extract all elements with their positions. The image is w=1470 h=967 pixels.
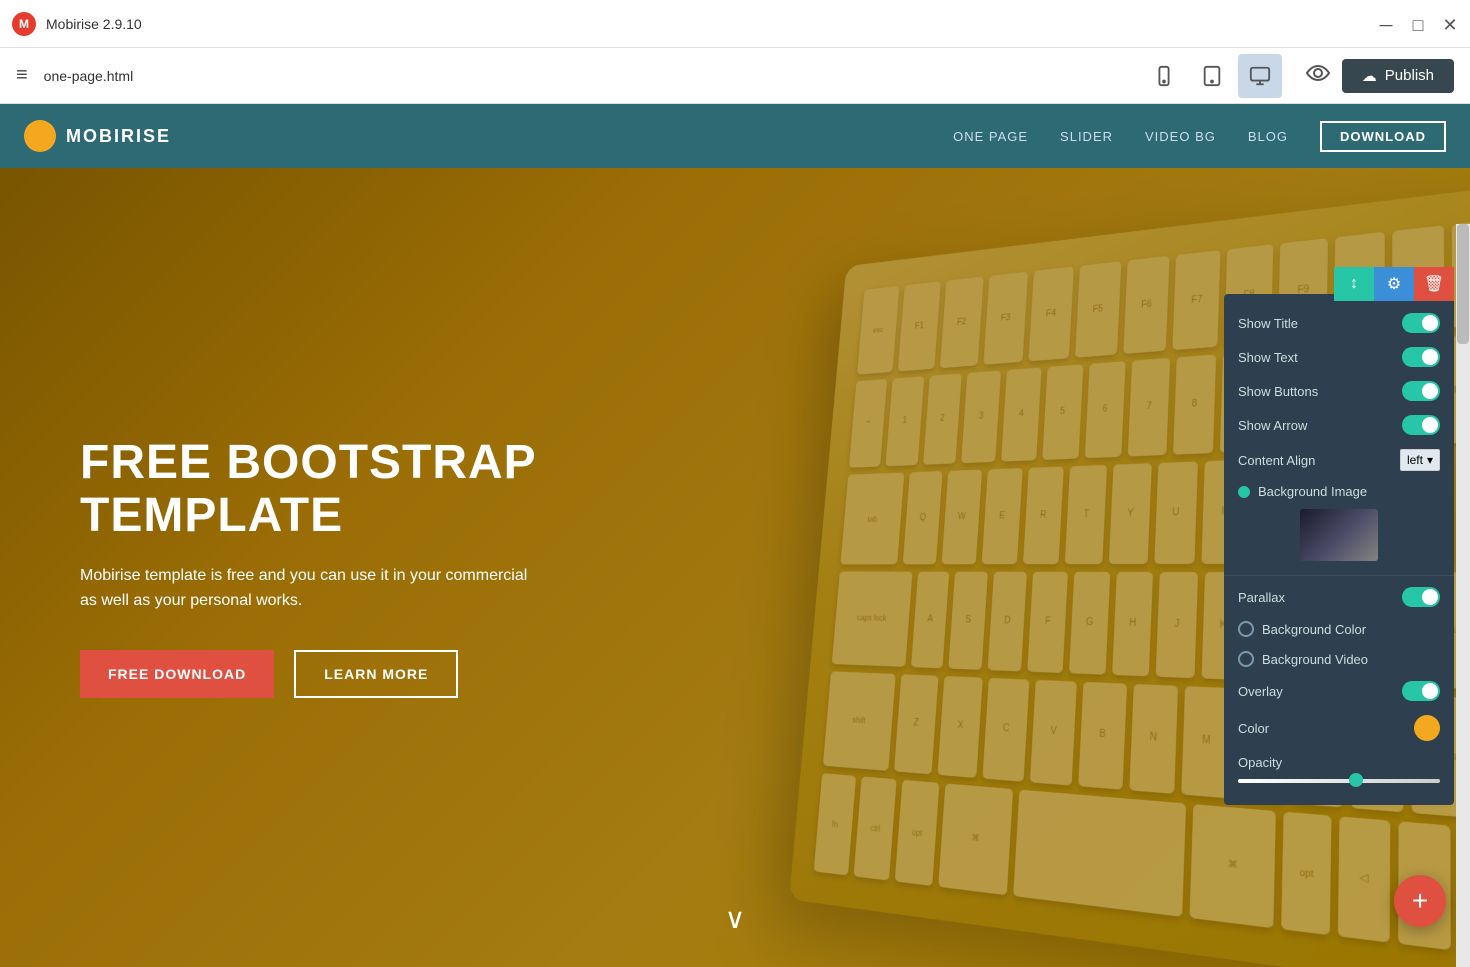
free-download-button[interactable]: FREE DOWNLOAD — [80, 650, 274, 698]
window-controls: ─ □ ✕ — [1378, 16, 1458, 32]
parallax-label: Parallax — [1238, 590, 1394, 605]
move-icon: ↕ — [1350, 275, 1358, 293]
show-arrow-toggle[interactable] — [1402, 415, 1440, 435]
bg-image-label: Background Image — [1258, 484, 1440, 499]
site-logo: MOBIRISE — [24, 120, 171, 152]
show-buttons-label: Show Buttons — [1238, 384, 1394, 399]
hero-title: FREE BOOTSTRAP TEMPLATE — [80, 437, 540, 543]
parallax-toggle[interactable] — [1402, 587, 1440, 607]
section-delete-button[interactable]: 🗑 — [1414, 267, 1454, 301]
tablet-view-button[interactable] — [1190, 54, 1234, 98]
hero-buttons: FREE DOWNLOAD LEARN MORE — [80, 650, 540, 698]
nav-links: ONE PAGE SLIDER VIDEO BG BLOG DOWNLOAD — [953, 121, 1446, 152]
color-row: Color — [1224, 708, 1454, 748]
preview-button[interactable] — [1306, 61, 1330, 91]
maximize-button[interactable]: □ — [1410, 16, 1426, 32]
scroll-arrow[interactable]: ∨ — [725, 902, 746, 935]
nav-link-slider[interactable]: SLIDER — [1060, 129, 1113, 144]
bg-image-preview — [1300, 509, 1378, 561]
scrollbar-thumb[interactable] — [1457, 224, 1469, 344]
content-align-label: Content Align — [1238, 453, 1392, 468]
learn-more-button[interactable]: LEARN MORE — [294, 650, 458, 698]
mobile-view-button[interactable] — [1142, 54, 1186, 98]
bg-image-thumbnail[interactable] — [1300, 509, 1378, 561]
color-swatch[interactable] — [1414, 715, 1440, 741]
gear-icon: ⚙ — [1387, 274, 1401, 294]
show-title-row: Show Title — [1224, 306, 1454, 340]
section-move-button[interactable]: ↕ — [1334, 267, 1374, 301]
overlay-row: Overlay — [1224, 674, 1454, 708]
show-text-toggle[interactable] — [1402, 347, 1440, 367]
settings-panel: Show Title Show Text Show Buttons Show A… — [1224, 294, 1454, 805]
color-label: Color — [1238, 721, 1406, 736]
opacity-label: Opacity — [1238, 755, 1440, 770]
toolbar-right: ☁ Publish — [1306, 59, 1454, 93]
chevron-down-icon: ▾ — [1427, 453, 1433, 467]
bg-image-thumbnail-container[interactable] — [1224, 505, 1454, 571]
show-text-label: Show Text — [1238, 350, 1394, 365]
background-video-row: Background Video — [1224, 644, 1454, 674]
menu-icon[interactable]: ≡ — [16, 64, 28, 87]
overlay-label: Overlay — [1238, 684, 1394, 699]
background-color-radio[interactable] — [1238, 621, 1254, 637]
opacity-slider-track — [1238, 779, 1440, 783]
close-button[interactable]: ✕ — [1442, 16, 1458, 32]
cloud-upload-icon: ☁ — [1362, 67, 1377, 85]
site-navbar: MOBIRISE ONE PAGE SLIDER VIDEO BG BLOG D… — [0, 104, 1470, 168]
opacity-slider-container — [1224, 777, 1454, 793]
show-title-label: Show Title — [1238, 316, 1394, 331]
show-title-toggle[interactable] — [1402, 313, 1440, 333]
background-color-row: Background Color — [1224, 614, 1454, 644]
title-bar: M Mobirise 2.9.10 ─ □ ✕ — [0, 0, 1470, 48]
site-logo-text: MOBIRISE — [66, 126, 171, 147]
opacity-row: Opacity — [1224, 748, 1454, 777]
show-buttons-row: Show Buttons — [1224, 374, 1454, 408]
section-settings-button[interactable]: ⚙ — [1374, 267, 1414, 301]
parallax-row: Parallax — [1224, 580, 1454, 614]
opacity-slider-thumb[interactable] — [1349, 773, 1363, 787]
show-arrow-row: Show Arrow — [1224, 408, 1454, 442]
filename-label: one-page.html — [44, 68, 134, 84]
scrollbar-track — [1456, 224, 1470, 967]
toolbar: ≡ one-page.html ☁ Publish — [0, 48, 1470, 104]
divider-1 — [1224, 575, 1454, 576]
minimize-button[interactable]: ─ — [1378, 16, 1394, 32]
background-image-row: Background Image — [1224, 478, 1454, 505]
nav-link-one-page[interactable]: ONE PAGE — [953, 129, 1028, 144]
publish-button[interactable]: ☁ Publish — [1342, 59, 1454, 93]
content-align-row: Content Align left ▾ — [1224, 442, 1454, 478]
device-switcher — [1142, 54, 1282, 98]
app-name: Mobirise 2.9.10 — [46, 16, 142, 32]
bg-image-dot — [1238, 486, 1250, 498]
section-toolbar: ↕ ⚙ 🗑 — [1334, 267, 1454, 301]
hero-content: FREE BOOTSTRAP TEMPLATE Mobirise templat… — [0, 437, 620, 698]
desktop-view-button[interactable] — [1238, 54, 1282, 98]
content-align-select[interactable]: left ▾ — [1400, 449, 1440, 471]
app-icon: M — [12, 12, 36, 36]
show-text-row: Show Text — [1224, 340, 1454, 374]
show-arrow-label: Show Arrow — [1238, 418, 1394, 433]
add-section-fab[interactable]: + — [1394, 875, 1446, 927]
nav-download-button[interactable]: DOWNLOAD — [1320, 121, 1446, 152]
overlay-toggle[interactable] — [1402, 681, 1440, 701]
hero-subtitle: Mobirise template is free and you can us… — [80, 563, 540, 614]
nav-link-video-bg[interactable]: VIDEO BG — [1145, 129, 1216, 144]
logo-circle — [24, 120, 56, 152]
background-video-radio[interactable] — [1238, 651, 1254, 667]
trash-icon: 🗑 — [1424, 274, 1444, 294]
show-buttons-toggle[interactable] — [1402, 381, 1440, 401]
plus-icon: + — [1412, 885, 1428, 917]
background-color-label: Background Color — [1262, 622, 1440, 637]
nav-link-blog[interactable]: BLOG — [1248, 129, 1288, 144]
background-video-label: Background Video — [1262, 652, 1440, 667]
